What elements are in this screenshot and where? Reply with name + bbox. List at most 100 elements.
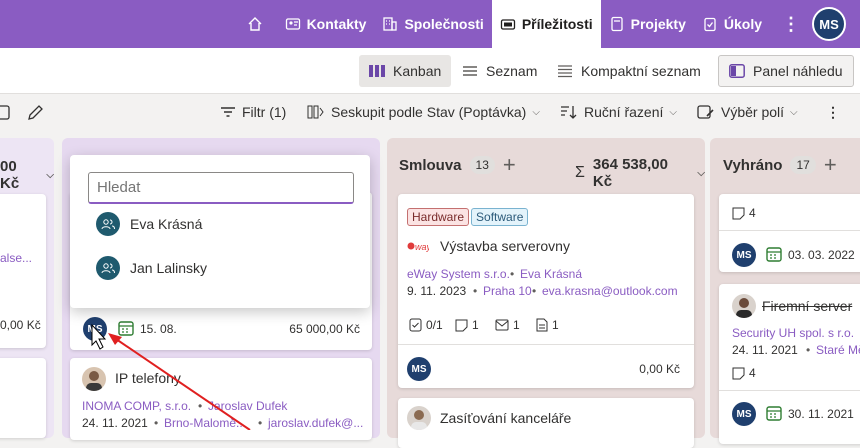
column-smlouva: Smlouva 13 + Σ 364 538,00 Kč ⌵ Hardware S… <box>387 138 705 448</box>
card-title[interactable]: Zasíťování kanceláře <box>440 410 571 426</box>
dropdown-option[interactable]: Eva Krásná <box>96 211 202 237</box>
contact-photo <box>82 367 106 391</box>
separator-dot: • <box>198 399 203 413</box>
metric-value: 1 <box>472 318 479 332</box>
note-icon <box>732 207 745 220</box>
add-icon[interactable]: + <box>824 154 837 176</box>
group-icon <box>307 105 324 119</box>
kanban-label: Kanban <box>393 63 442 79</box>
kanban-icon <box>369 65 385 77</box>
view-bar: Kanban Seznam Kompaktní seznam Panel náh… <box>0 48 860 94</box>
contact-photo <box>407 406 431 430</box>
calendar-icon <box>118 321 134 336</box>
card[interactable]: IP telefony INOMA COMP, s.r.o. • Jarosla… <box>70 358 372 440</box>
kanban-view-button[interactable]: Kanban <box>359 55 452 87</box>
edit-button[interactable] <box>26 104 44 122</box>
card[interactable] <box>0 358 46 438</box>
card-person[interactable]: Jaroslav Dufek <box>208 399 287 413</box>
field-select-button[interactable]: Výběr polí ⌵ <box>697 104 798 120</box>
column-header: Vyhráno 17 + <box>723 154 837 176</box>
card-person[interactable]: Eva Krásná <box>520 267 582 281</box>
preview-label: Panel náhledu <box>753 63 843 79</box>
separator-dot: • <box>532 284 537 298</box>
preview-panel-icon <box>729 64 745 78</box>
column-left-sum: 00 Kč ⌵ <box>0 158 54 192</box>
card-date: 9. 11. 2023 <box>407 284 467 298</box>
column-count: 13 <box>469 156 495 174</box>
filter-button[interactable]: Filtr (1) <box>220 104 286 120</box>
add-icon[interactable]: + <box>503 154 516 176</box>
separator-dot: • <box>510 267 515 281</box>
nav-item-label: Společnosti <box>404 16 484 32</box>
nav-item-ukoly[interactable]: Úkoly <box>694 0 770 48</box>
card-date: 15. 08. <box>140 322 177 336</box>
owner-avatar[interactable]: MS <box>407 357 431 381</box>
notes-metric: 4 <box>732 206 756 220</box>
emails-metric: 1 <box>495 318 520 332</box>
card-email[interactable]: jaroslav.dufek@... <box>268 416 363 430</box>
tag-hardware: Hardware <box>407 208 470 226</box>
group-by-button[interactable]: Seskupit podle Stav (Poptávka) ⌵ <box>307 104 540 120</box>
owner-avatar[interactable]: MS <box>83 317 107 341</box>
more-icon[interactable]: ⋮ <box>770 14 812 35</box>
person-photo-icon <box>86 371 102 391</box>
separator-dot: • <box>473 284 478 298</box>
metric-value: 4 <box>749 206 756 220</box>
nav-item-kontakty[interactable]: Kontakty <box>277 0 375 48</box>
card[interactable]: Firemní server Security UH spol. s r.o. … <box>719 284 860 444</box>
card[interactable]: HardwareSoftware way Výstavba serverovny… <box>398 194 694 388</box>
owner-avatar[interactable]: MS <box>732 402 756 426</box>
card-place[interactable]: Brno-Malomě... <box>164 416 246 430</box>
toolbar-more-button[interactable]: ⋮ <box>826 104 840 121</box>
nav-item-label: Příležitosti <box>521 16 593 32</box>
compact-label: Kompaktní seznam <box>581 63 701 79</box>
card-email[interactable]: eva.krasna@outlook.com <box>542 284 678 298</box>
card-title[interactable]: IP telefony <box>115 370 181 386</box>
top-navigation: Kontakty Společnosti Příležitosti Projek… <box>0 0 860 48</box>
card-company[interactable]: eWay System s.r.o. <box>407 267 510 281</box>
card[interactable]: 4 MS 03. 03. 2022 <box>719 194 860 272</box>
user-avatar[interactable]: MS <box>812 7 846 41</box>
home-button[interactable] <box>239 0 271 48</box>
save-button[interactable] <box>0 104 12 120</box>
nav-item-spolecnosti[interactable]: Společnosti <box>374 0 491 48</box>
card-place[interactable]: Staré Měs... <box>816 343 860 357</box>
card-link[interactable]: alse... <box>0 251 32 265</box>
tasks-metric: 0/1 <box>409 318 443 332</box>
chevron-down-icon: ⌵ <box>697 167 705 179</box>
card-date: 03. 03. 2022 <box>788 248 855 262</box>
sort-label: Ruční řazení <box>584 104 664 120</box>
building-icon <box>383 17 398 31</box>
card-company[interactable]: Security UH spol. s r.o. <box>732 326 854 340</box>
column-sum: 364 538,00 Kč <box>592 156 668 190</box>
search-input[interactable] <box>88 172 354 204</box>
dropdown-option[interactable]: Jan Lalinsky <box>96 255 207 281</box>
card-title[interactable]: Výstavba serverovny <box>440 238 570 254</box>
card-divider <box>719 230 860 231</box>
card-title[interactable]: Firemní server <box>762 298 852 314</box>
card[interactable]: Zasíťování kanceláře <box>398 398 694 448</box>
option-label: Eva Krásná <box>130 216 203 232</box>
compact-list-view-button[interactable]: Kompaktní seznam <box>547 55 711 87</box>
owner-avatar[interactable]: MS <box>732 243 756 267</box>
sort-button[interactable]: Ruční řazení ⌵ <box>560 104 677 120</box>
nav-item-prilezitosti[interactable]: Příležitosti <box>491 0 601 48</box>
card-company[interactable]: INOMA COMP, s.r.o. <box>82 399 191 413</box>
person-photo-icon <box>411 410 427 430</box>
email-icon <box>495 319 509 331</box>
card[interactable]: alse... 0,00 Kč <box>0 194 46 348</box>
nav-item-projekty[interactable]: Projekty <box>601 0 694 48</box>
user-group-icon <box>96 256 120 280</box>
card-amount: 0,00 Kč <box>639 362 680 376</box>
card-date: 24. 11. 2021 <box>82 416 148 430</box>
pencil-icon <box>28 105 43 120</box>
note-icon <box>455 319 468 332</box>
list-view-button[interactable]: Seznam <box>452 55 547 87</box>
owner-dropdown: Eva Krásná Jan Lalinsky <box>70 155 370 308</box>
metric-value: 1 <box>552 318 559 332</box>
card-place[interactable]: Praha 10 <box>483 284 532 298</box>
preview-panel-button[interactable]: Panel náhledu <box>718 55 854 87</box>
column-sum-header: Σ 364 538,00 Kč ⌵ <box>575 156 705 190</box>
notes-metric: 4 <box>732 366 756 380</box>
group-label: Seskupit podle Stav (Poptávka) <box>331 104 527 120</box>
